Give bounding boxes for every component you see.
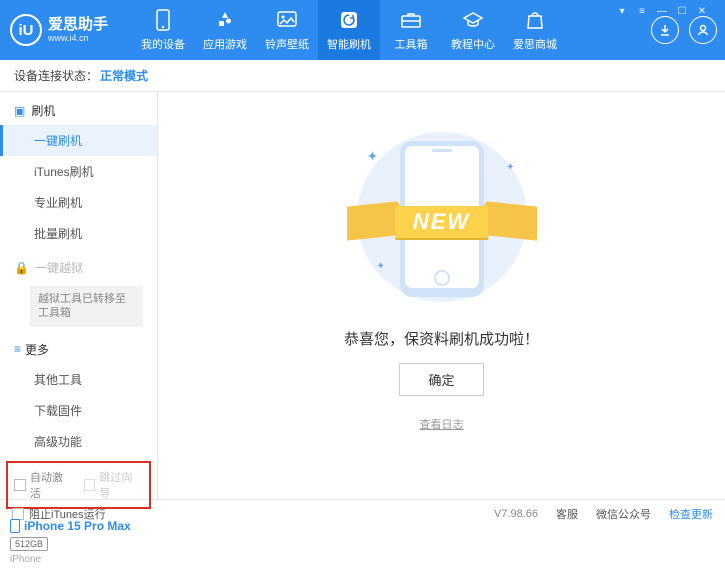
app-title: 爱思助手 (48, 16, 108, 33)
phone-icon (152, 9, 174, 31)
sidebar-item-itunes-flash[interactable]: iTunes刷机 (0, 156, 157, 187)
user-button[interactable] (689, 16, 717, 44)
version-label: V7.98.66 (494, 508, 538, 520)
nav-media[interactable]: 铃声壁纸 (256, 0, 318, 60)
nav-label: 工具箱 (395, 36, 428, 52)
footer-update-link[interactable]: 检查更新 (669, 506, 713, 522)
sidebar-group-more[interactable]: ≡ 更多 (0, 331, 157, 364)
title-bar: ▾ ≡ — ☐ ✕ iU 爱思助手 www.i4.cn 我的设备 应用游戏 铃声… (0, 0, 725, 60)
download-button[interactable] (651, 16, 679, 44)
auto-activate-checkbox[interactable]: 自动激活 (14, 469, 74, 501)
new-ribbon: NEW (395, 206, 488, 238)
group-label: 一键越狱 (35, 259, 83, 276)
flash-icon: ▣ (14, 104, 25, 118)
sidebar-item-pro-flash[interactable]: 专业刷机 (0, 187, 157, 218)
device-storage: 512GB (10, 537, 48, 551)
more-icon: ≡ (14, 342, 19, 356)
sidebar-group-jailbreak: 🔒 一键越狱 (0, 249, 157, 282)
sidebar-item-advanced[interactable]: 高级功能 (0, 426, 157, 457)
bag-icon (524, 9, 546, 31)
sidebar-item-oneclick-flash[interactable]: 一键刷机 (0, 125, 157, 156)
footer-wechat-link[interactable]: 微信公众号 (596, 506, 651, 522)
lock-icon: 🔒 (14, 261, 29, 275)
block-itunes-label: 阻止iTunes运行 (29, 506, 106, 522)
sidebar-item-download-firmware[interactable]: 下载固件 (0, 395, 157, 426)
connection-status-bar: 设备连接状态： 正常模式 (0, 60, 725, 92)
nav-tutorial[interactable]: 教程中心 (442, 0, 504, 60)
close-icon[interactable]: ✕ (693, 4, 711, 18)
app-subtitle: www.i4.cn (48, 33, 108, 43)
sparkle-icon: ✦ (506, 162, 514, 173)
sparkle-icon: ✦ (377, 261, 385, 272)
success-illustration: ✦ ✦ ✦ NEW (347, 122, 537, 312)
nav-my-device[interactable]: 我的设备 (132, 0, 194, 60)
footer-support-link[interactable]: 客服 (556, 506, 578, 522)
nav-label: 智能刷机 (327, 36, 371, 52)
skip-guide-label: 跳过向导 (99, 469, 143, 501)
status-value: 正常模式 (100, 67, 148, 84)
sidebar-item-other-tools[interactable]: 其他工具 (0, 364, 157, 395)
image-icon (276, 9, 298, 31)
device-type: iPhone (10, 554, 147, 565)
view-log-link[interactable]: 查看日志 (420, 416, 464, 432)
ok-button[interactable]: 确定 (399, 363, 483, 396)
skip-guide-checkbox[interactable]: 跳过向导 (84, 469, 144, 501)
nav-label: 我的设备 (141, 36, 185, 52)
device-panel[interactable]: iPhone 15 Pro Max 512GB iPhone (0, 513, 157, 575)
auto-activate-label: 自动激活 (30, 469, 74, 501)
nav-apps[interactable]: 应用游戏 (194, 0, 256, 60)
toolbox-icon (400, 9, 422, 31)
header-actions (651, 16, 717, 44)
jailbreak-moved-note[interactable]: 越狱工具已转移至工具箱 (30, 286, 143, 327)
options-highlight-box: 自动激活 跳过向导 (6, 461, 151, 509)
maximize-icon[interactable]: ☐ (673, 4, 691, 18)
group-label: 更多 (25, 341, 49, 358)
main-content: ✦ ✦ ✦ NEW 恭喜您，保资料刷机成功啦！ 确定 查看日志 (158, 92, 725, 499)
nav-label: 教程中心 (451, 36, 495, 52)
success-message: 恭喜您，保资料刷机成功啦！ (344, 328, 539, 349)
sparkle-icon: ✦ (367, 148, 379, 165)
nav-store[interactable]: 爱思商城 (504, 0, 566, 60)
list-icon[interactable]: ≡ (633, 4, 651, 18)
device-icon (10, 519, 20, 533)
refresh-icon (338, 9, 360, 31)
group-label: 刷机 (31, 102, 55, 119)
logo-badge-icon: iU (10, 14, 42, 46)
sidebar: ▣ 刷机 一键刷机 iTunes刷机 专业刷机 批量刷机 🔒 一键越狱 越狱工具… (0, 92, 158, 499)
minimize-icon[interactable]: — (653, 4, 671, 18)
status-label: 设备连接状态： (14, 67, 98, 84)
graduation-icon (462, 9, 484, 31)
sidebar-group-flash[interactable]: ▣ 刷机 (0, 92, 157, 125)
sidebar-item-batch-flash[interactable]: 批量刷机 (0, 218, 157, 249)
app-logo: iU 爱思助手 www.i4.cn (10, 14, 108, 46)
nav-label: 铃声壁纸 (265, 36, 309, 52)
apps-icon (214, 9, 236, 31)
menu-icon[interactable]: ▾ (613, 4, 631, 18)
top-nav: 我的设备 应用游戏 铃声壁纸 智能刷机 工具箱 教程中心 爱思商城 (132, 0, 566, 60)
nav-tools[interactable]: 工具箱 (380, 0, 442, 60)
nav-flash[interactable]: 智能刷机 (318, 0, 380, 60)
window-controls: ▾ ≡ — ☐ ✕ (613, 4, 711, 18)
nav-label: 应用游戏 (203, 36, 247, 52)
block-itunes-checkbox[interactable]: 阻止iTunes运行 (12, 506, 106, 522)
nav-label: 爱思商城 (513, 36, 557, 52)
